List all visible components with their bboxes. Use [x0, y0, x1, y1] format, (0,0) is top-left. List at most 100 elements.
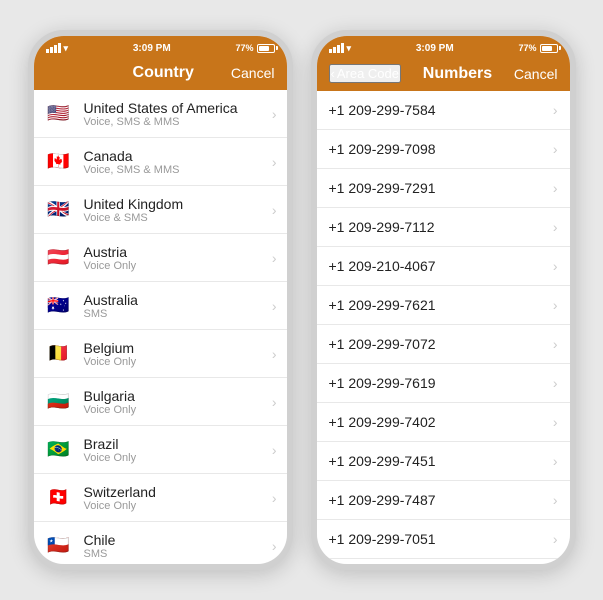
number-item[interactable]: +1 209-299-7112 › [317, 208, 570, 247]
item-text: Canada Voice, SMS & MMS [84, 148, 272, 176]
item-text: Australia SMS [84, 292, 272, 320]
country-name: Switzerland [84, 484, 272, 500]
phone-number: +1 209-299-7487 [329, 492, 553, 508]
list-item[interactable]: 🇨🇭 Switzerland Voice Only › [34, 474, 287, 522]
battery-fill-2 [542, 46, 553, 51]
phone-number: +1 209-299-7402 [329, 414, 553, 430]
flag-icon: 🇨🇭 [44, 487, 74, 509]
number-item[interactable]: +1 209-210-4067 › [317, 247, 570, 286]
country-sub: Voice Only [84, 356, 272, 368]
phone-number: +1 209-299-7619 [329, 375, 553, 391]
list-item[interactable]: 🇧🇬 Bulgaria Voice Only › [34, 378, 287, 426]
status-left-1: ▾ [46, 43, 69, 54]
chevron-right-icon: › [272, 346, 277, 362]
country-sub: Voice Only [84, 404, 272, 416]
number-item[interactable]: +1 209-299-7291 › [317, 169, 570, 208]
back-button[interactable]: ‹ Area Code [329, 64, 402, 83]
country-name: United States of America [84, 100, 272, 116]
status-right-2: 77% [518, 43, 557, 53]
chevron-right-icon: › [272, 394, 277, 410]
chevron-right-icon: › [553, 297, 558, 313]
list-item[interactable]: 🇧🇷 Brazil Voice Only › [34, 426, 287, 474]
battery-fill-1 [259, 46, 270, 51]
nav-bar-2: ‹ Area Code Numbers Cancel [317, 58, 570, 91]
flag-icon: 🇨🇦 [44, 151, 74, 173]
country-list: 🇺🇸 United States of America Voice, SMS &… [34, 90, 287, 564]
list-item[interactable]: 🇬🇧 United Kingdom Voice & SMS › [34, 186, 287, 234]
flag-icon: 🇧🇪 [44, 343, 74, 365]
phone-number: +1 209-299-7621 [329, 297, 553, 313]
country-sub: Voice & SMS [84, 212, 272, 224]
number-item[interactable]: +1 209-299-7487 › [317, 481, 570, 520]
status-bar-2: ▾ 3:09 PM 77% [317, 36, 570, 58]
number-item[interactable]: +1 209-299-7051 › [317, 520, 570, 559]
country-name: Belgium [84, 340, 272, 356]
number-item[interactable]: +1 209-299-7098 › [317, 130, 570, 169]
phone-number: +1 209-299-7584 [329, 102, 553, 118]
list-item[interactable]: 🇦🇺 Australia SMS › [34, 282, 287, 330]
numbers-list: +1 209-299-7584 › +1 209-299-7098 › +1 2… [317, 91, 570, 564]
phone-number: +1 209-299-7051 [329, 531, 553, 547]
country-name: Austria [84, 244, 272, 260]
number-item[interactable]: +1 209-299-7621 › [317, 286, 570, 325]
number-item[interactable]: +1 209-299-7402 › [317, 403, 570, 442]
chevron-right-icon: › [272, 538, 277, 554]
number-item[interactable]: +1 209-299-7451 › [317, 442, 570, 481]
chevron-right-icon: › [272, 106, 277, 122]
country-sub: Voice Only [84, 260, 272, 272]
phone-number: +1 209-299-7098 [329, 141, 553, 157]
wifi-icon-2: ▾ [347, 43, 352, 54]
flag-icon: 🇬🇧 [44, 199, 74, 221]
country-sub: Voice, SMS & MMS [84, 116, 272, 128]
number-item[interactable]: +1 209-299-7619 › [317, 364, 570, 403]
phone-country-list: ▾ 3:09 PM 77% Country Cancel 🇺🇸 United S… [28, 30, 293, 570]
back-label: Area Code [337, 66, 399, 81]
chevron-right-icon: › [272, 298, 277, 314]
number-item[interactable]: +1 209-299-7072 › [317, 325, 570, 364]
country-sub: SMS [84, 548, 272, 560]
nav-title-2: Numbers [423, 65, 492, 83]
country-name: Canada [84, 148, 272, 164]
number-item[interactable]: +1 209-299-7584 › [317, 91, 570, 130]
battery-percent-1: 77% [235, 43, 253, 53]
flag-icon: 🇧🇬 [44, 391, 74, 413]
chevron-right-icon: › [553, 531, 558, 547]
battery-percent-2: 77% [518, 43, 536, 53]
flag-icon: 🇦🇺 [44, 295, 74, 317]
status-left-2: ▾ [329, 43, 352, 54]
status-bar-1: ▾ 3:09 PM 77% [34, 36, 287, 58]
chevron-right-icon: › [272, 154, 277, 170]
chevron-right-icon: › [553, 258, 558, 274]
country-name: United Kingdom [84, 196, 272, 212]
country-name: Chile [84, 532, 272, 548]
phone-number: +1 209-299-7291 [329, 180, 553, 196]
chevron-right-icon: › [272, 202, 277, 218]
chevron-right-icon: › [553, 375, 558, 391]
number-item[interactable]: +1 209-299-7660 › [317, 559, 570, 564]
phone-number: +1 209-299-7112 [329, 219, 553, 235]
list-item[interactable]: 🇦🇹 Austria Voice Only › [34, 234, 287, 282]
list-item[interactable]: 🇨🇦 Canada Voice, SMS & MMS › [34, 138, 287, 186]
list-item[interactable]: 🇺🇸 United States of America Voice, SMS &… [34, 90, 287, 138]
battery-icon-1 [257, 44, 275, 53]
phone-number: +1 209-210-4067 [329, 258, 553, 274]
flag-icon: 🇦🇹 [44, 247, 74, 269]
phone-numbers-list: ▾ 3:09 PM 77% ‹ Area Code Numbers Cancel… [311, 30, 576, 570]
chevron-right-icon: › [553, 492, 558, 508]
country-sub: Voice Only [84, 452, 272, 464]
phone-number: +1 209-299-7072 [329, 336, 553, 352]
chevron-right-icon: › [553, 336, 558, 352]
chevron-right-icon: › [553, 414, 558, 430]
item-text: Bulgaria Voice Only [84, 388, 272, 416]
list-item[interactable]: 🇧🇪 Belgium Voice Only › [34, 330, 287, 378]
signal-icon [46, 43, 61, 53]
cancel-button-1[interactable]: Cancel [231, 65, 275, 81]
flag-icon: 🇨🇱 [44, 535, 74, 557]
item-text: Switzerland Voice Only [84, 484, 272, 512]
list-item[interactable]: 🇨🇱 Chile SMS › [34, 522, 287, 564]
chevron-left-icon: ‹ [331, 66, 335, 81]
item-text: Belgium Voice Only [84, 340, 272, 368]
item-text: Austria Voice Only [84, 244, 272, 272]
cancel-button-2[interactable]: Cancel [514, 66, 558, 82]
flag-icon: 🇧🇷 [44, 439, 74, 461]
